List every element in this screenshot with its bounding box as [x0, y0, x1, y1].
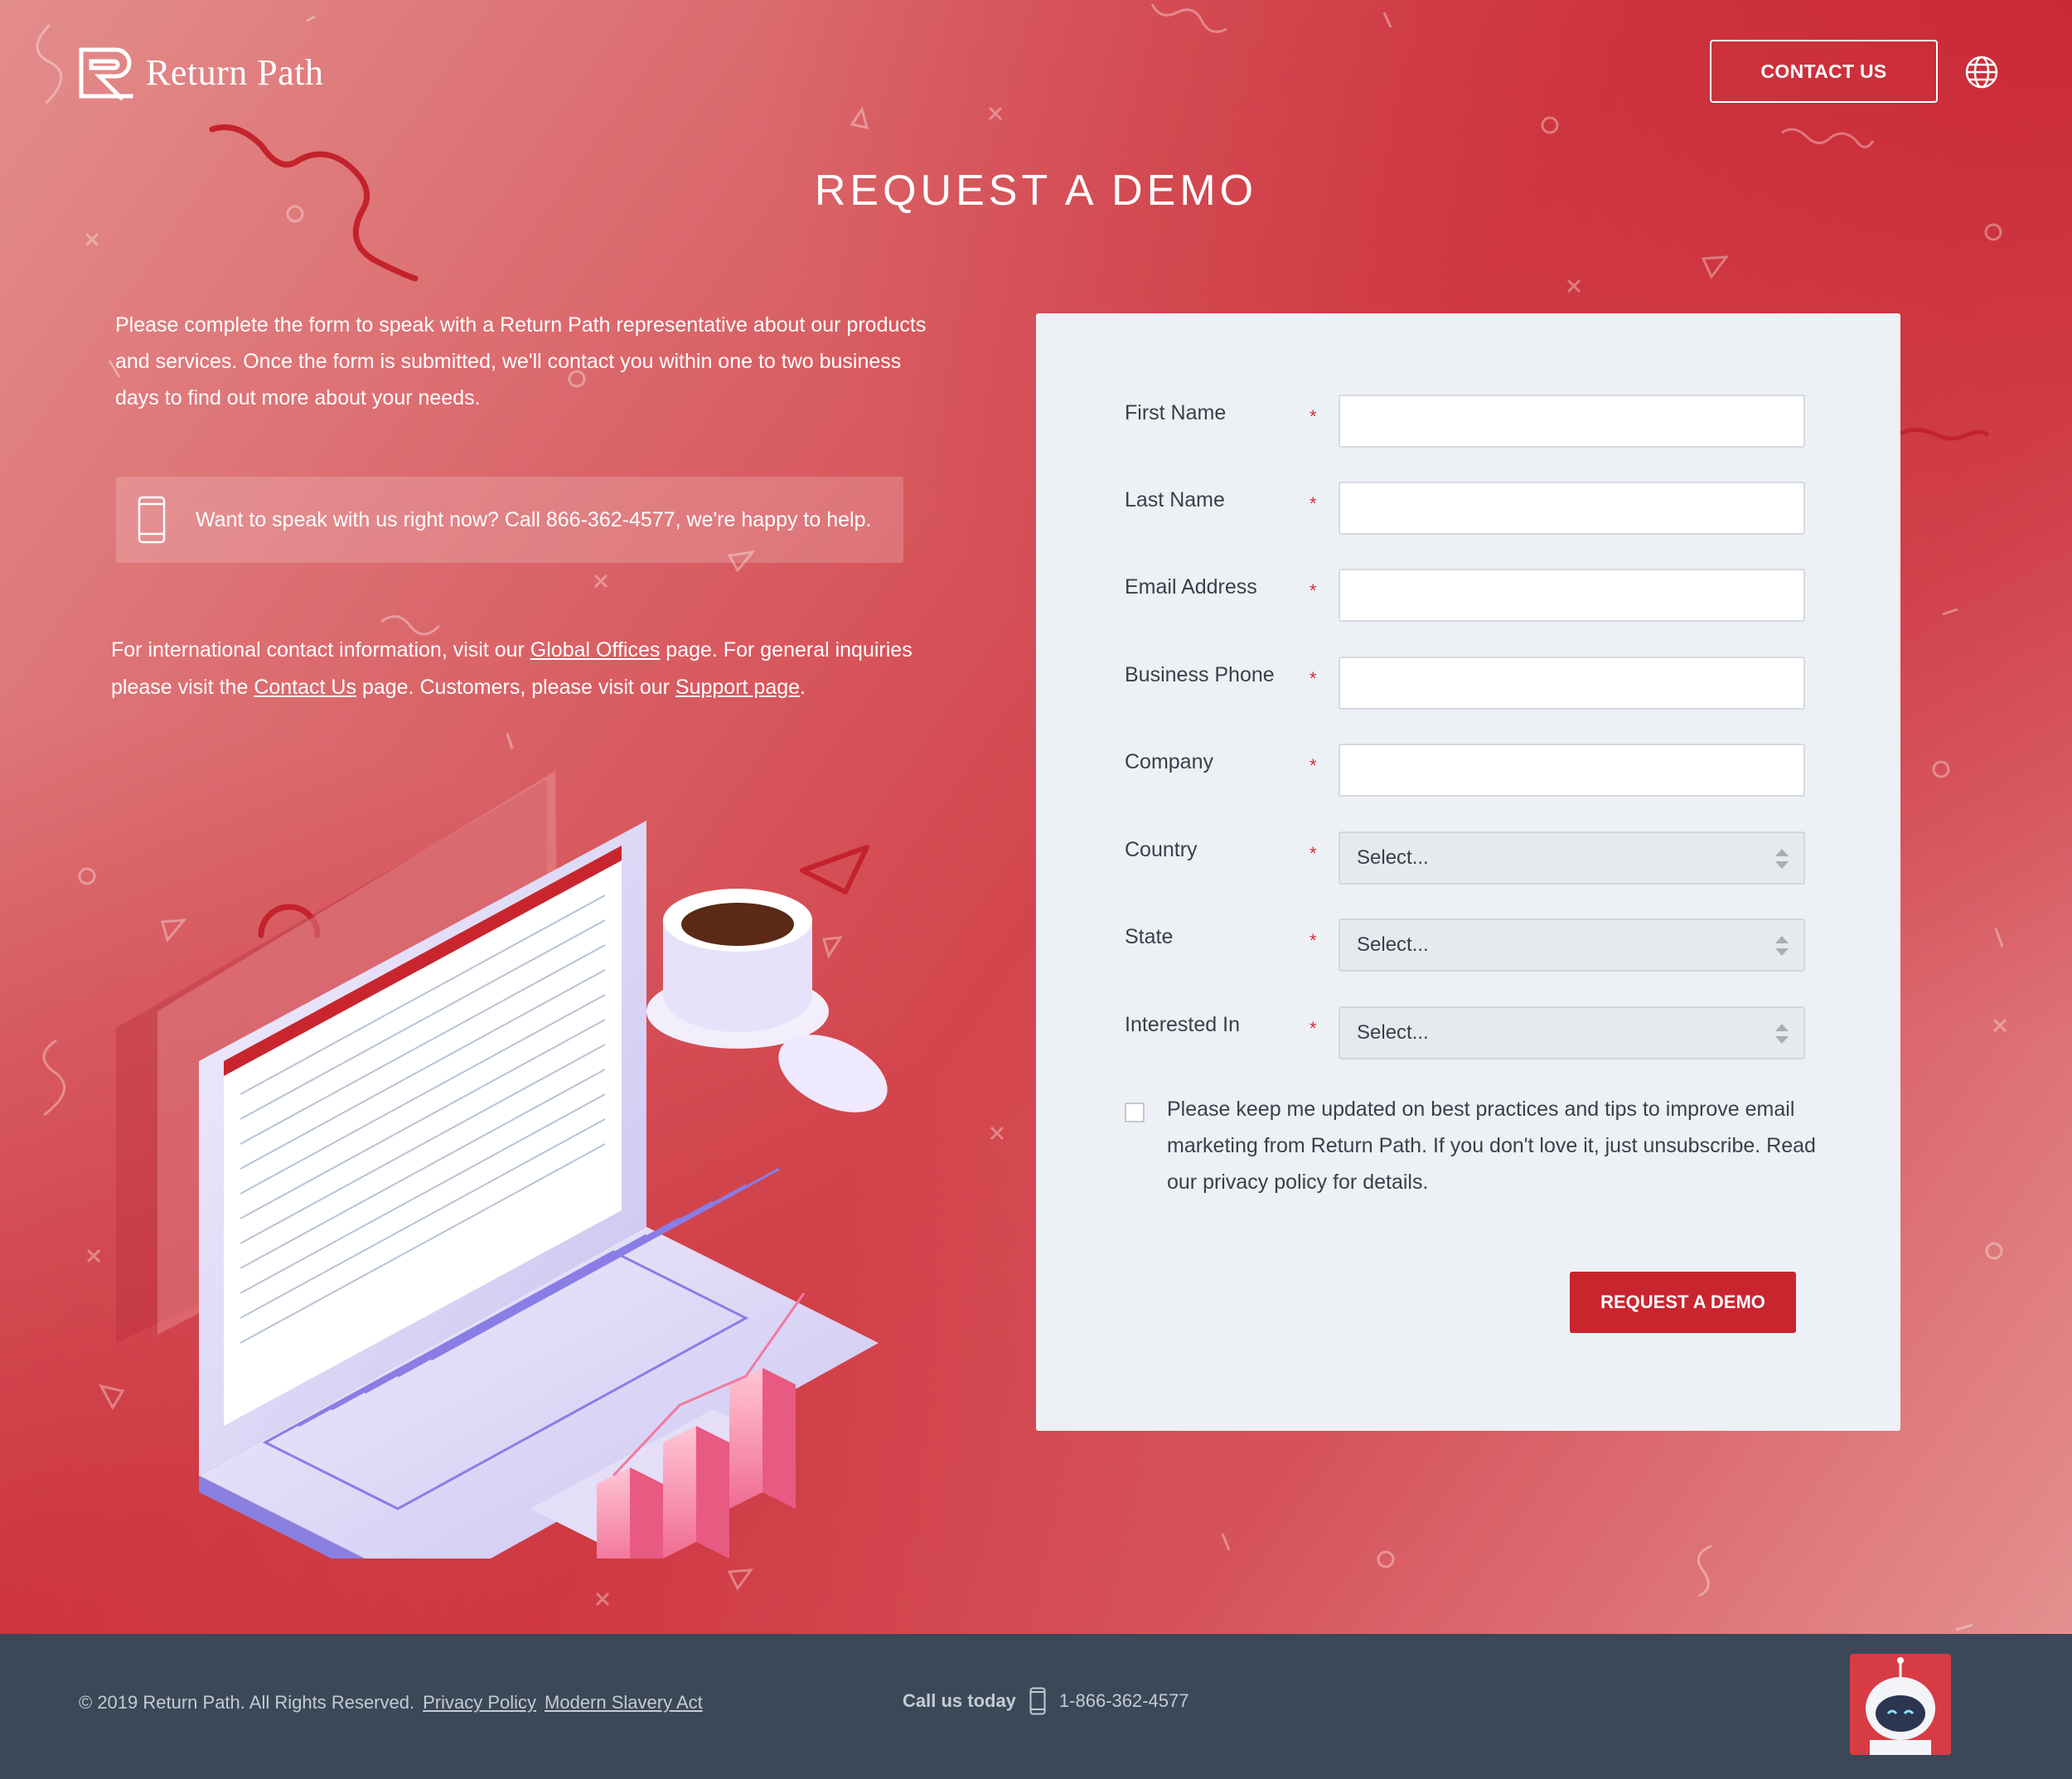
required-indicator: *: [1310, 406, 1317, 427]
email-input[interactable]: [1339, 569, 1805, 622]
intro-text: Please complete the form to speak with a…: [115, 313, 927, 410]
chat-robot-avatar[interactable]: [1850, 1654, 1951, 1755]
privacy-policy-link[interactable]: Privacy Policy: [423, 1692, 536, 1713]
page-title: REQUEST A DEMO: [814, 167, 1258, 215]
hero-section: Return Path CONTACT US REQUEST A DEMO Pl…: [0, 0, 2072, 1634]
footer-call: Call us today 1-866-362-4577: [903, 1687, 1189, 1715]
select-arrows-icon: [1775, 1024, 1789, 1044]
interested-in-select[interactable]: Select...: [1339, 1006, 1805, 1059]
company-input[interactable]: [1339, 744, 1805, 797]
intl-text-4: .: [800, 676, 806, 699]
country-label: Country: [1125, 838, 1198, 861]
footer-copyright: © 2019 Return Path. All Rights Reserved.…: [79, 1692, 703, 1714]
interested-in-label: Interested In: [1125, 1013, 1240, 1036]
select-arrows-icon: [1775, 936, 1789, 956]
country-select[interactable]: Select...: [1339, 831, 1805, 885]
call-us-label: Call us today: [903, 1690, 1016, 1711]
interested-in-row: Interested In * Select...: [1125, 1006, 1805, 1059]
required-indicator: *: [1310, 1018, 1317, 1039]
required-indicator: *: [1310, 580, 1317, 601]
first-name-row: First Name *: [1125, 395, 1805, 448]
required-indicator: *: [1310, 493, 1317, 514]
phone-row: Business Phone *: [1125, 657, 1805, 710]
support-page-link[interactable]: Support page: [675, 676, 800, 699]
mobile-phone-icon: [1029, 1687, 1046, 1715]
globe-icon[interactable]: [1964, 55, 1999, 90]
state-label: State: [1125, 925, 1174, 948]
newsletter-checkbox[interactable]: [1125, 1103, 1145, 1122]
required-indicator: *: [1310, 755, 1317, 776]
intl-text-1: For international contact information, v…: [111, 638, 530, 662]
contact-us-link[interactable]: Contact Us: [254, 676, 356, 699]
callout-text: Want to speak with us right now? Call 86…: [196, 507, 872, 531]
state-select[interactable]: Select...: [1339, 919, 1805, 972]
demo-request-form: First Name * Last Name * Email Address *…: [1036, 313, 1900, 1431]
business-phone-label: Business Phone: [1125, 663, 1275, 686]
copyright-text: © 2019 Return Path. All Rights Reserved.: [79, 1692, 415, 1713]
contact-us-button[interactable]: CONTACT US: [1710, 40, 1938, 103]
first-name-input[interactable]: [1339, 395, 1805, 448]
last-name-label: Last Name: [1125, 488, 1225, 511]
newsletter-consent-text: Please keep me updated on best practices…: [1167, 1098, 1816, 1194]
email-row: Email Address *: [1125, 569, 1805, 622]
logo[interactable]: Return Path: [75, 43, 323, 101]
request-demo-button[interactable]: REQUEST A DEMO: [1570, 1272, 1796, 1333]
required-indicator: *: [1310, 668, 1317, 689]
select-arrows-icon: [1775, 849, 1789, 869]
international-info: For international contact information, v…: [111, 632, 923, 706]
phone-callout: Want to speak with us right now? Call 86…: [116, 477, 903, 563]
last-name-input[interactable]: [1339, 482, 1805, 535]
global-offices-link[interactable]: Global Offices: [530, 638, 661, 662]
interested-in-select-value: Select...: [1357, 1021, 1429, 1044]
return-path-logo-icon: [79, 47, 133, 101]
company-row: Company *: [1125, 744, 1805, 797]
email-label: Email Address: [1125, 575, 1257, 599]
business-phone-input[interactable]: [1339, 657, 1805, 710]
state-row: State * Select...: [1125, 919, 1805, 972]
company-label: Company: [1125, 750, 1213, 773]
required-indicator: *: [1310, 843, 1317, 864]
footer-phone-number[interactable]: 1-866-362-4577: [1059, 1690, 1189, 1712]
mobile-phone-icon: [138, 496, 166, 544]
required-indicator: *: [1310, 930, 1317, 951]
footer: © 2019 Return Path. All Rights Reserved.…: [0, 1634, 2072, 1779]
last-name-row: Last Name *: [1125, 482, 1805, 535]
first-name-label: First Name: [1125, 401, 1227, 424]
country-select-value: Select...: [1357, 846, 1429, 869]
state-select-value: Select...: [1357, 933, 1429, 956]
laptop-illustration: [116, 771, 888, 1558]
modern-slavery-act-link[interactable]: Modern Slavery Act: [545, 1692, 703, 1713]
logo-text: Return Path: [146, 51, 324, 93]
country-row: Country * Select...: [1125, 831, 1805, 885]
intl-text-3: page. Customers, please visit our: [356, 676, 675, 699]
